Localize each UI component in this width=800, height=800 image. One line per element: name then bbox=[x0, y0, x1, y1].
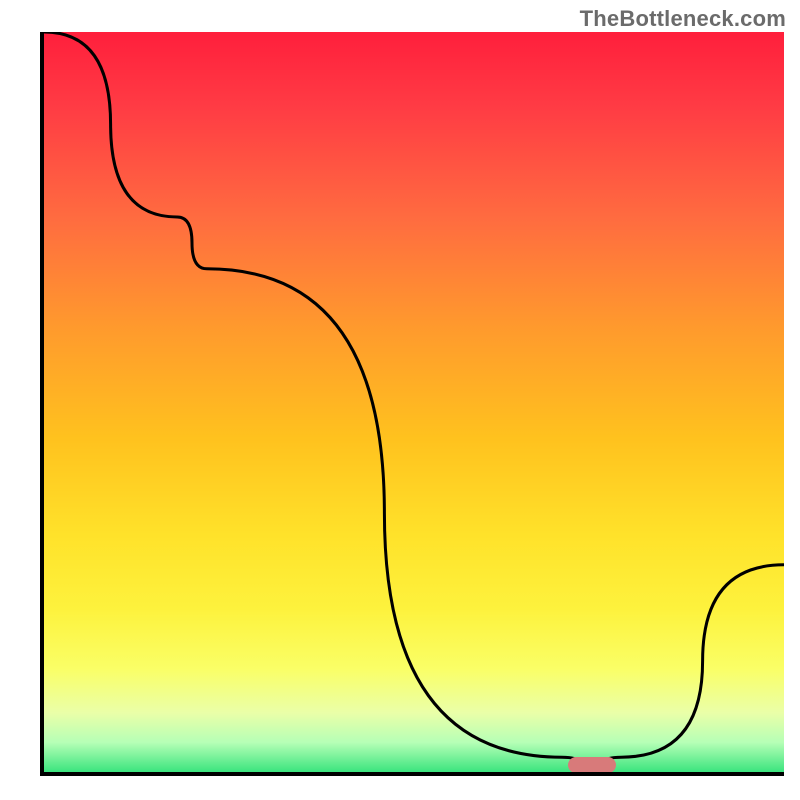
watermark-text: TheBottleneck.com bbox=[580, 6, 786, 32]
curve-path bbox=[44, 32, 784, 765]
chart-container: TheBottleneck.com bbox=[0, 0, 800, 800]
optimal-marker bbox=[568, 757, 616, 773]
bottleneck-curve bbox=[44, 32, 784, 772]
plot-area bbox=[40, 32, 784, 776]
